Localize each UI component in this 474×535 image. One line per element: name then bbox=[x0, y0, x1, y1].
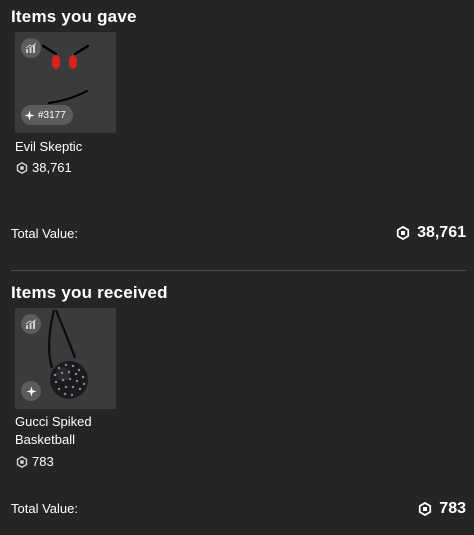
item-price-value: 783 bbox=[32, 454, 54, 469]
received-total-value: 783 bbox=[418, 500, 466, 518]
item-card-evil-skeptic[interactable]: #3177 bbox=[15, 32, 116, 133]
received-total-amount: 783 bbox=[439, 500, 466, 517]
received-total-label: Total Value: bbox=[11, 501, 78, 516]
item-card-gucci-spiked-basketball[interactable] bbox=[15, 308, 116, 409]
robux-icon bbox=[16, 455, 28, 468]
serial-number: #3177 bbox=[38, 109, 66, 121]
gave-total-amount: 38,761 bbox=[417, 224, 466, 241]
limited-sparkle-icon bbox=[24, 109, 35, 121]
limited-sparkle-icon bbox=[21, 381, 41, 401]
section-divider bbox=[11, 270, 466, 271]
item-price: 38,761 bbox=[16, 160, 72, 175]
received-section-title: Items you received bbox=[11, 283, 168, 302]
robux-icon bbox=[419, 502, 432, 516]
robux-icon bbox=[16, 161, 28, 174]
serial-badge: #3177 bbox=[21, 105, 73, 125]
robux-icon bbox=[396, 226, 410, 240]
gave-total-label: Total Value: bbox=[11, 226, 78, 241]
gave-section-title: Items you gave bbox=[11, 7, 137, 26]
gave-total-value: 38,761 bbox=[396, 224, 466, 242]
item-price-value: 38,761 bbox=[32, 160, 72, 175]
item-name[interactable]: Evil Skeptic bbox=[15, 138, 125, 156]
item-name[interactable]: Gucci Spiked Basketball bbox=[15, 413, 125, 449]
item-price: 783 bbox=[16, 454, 54, 469]
